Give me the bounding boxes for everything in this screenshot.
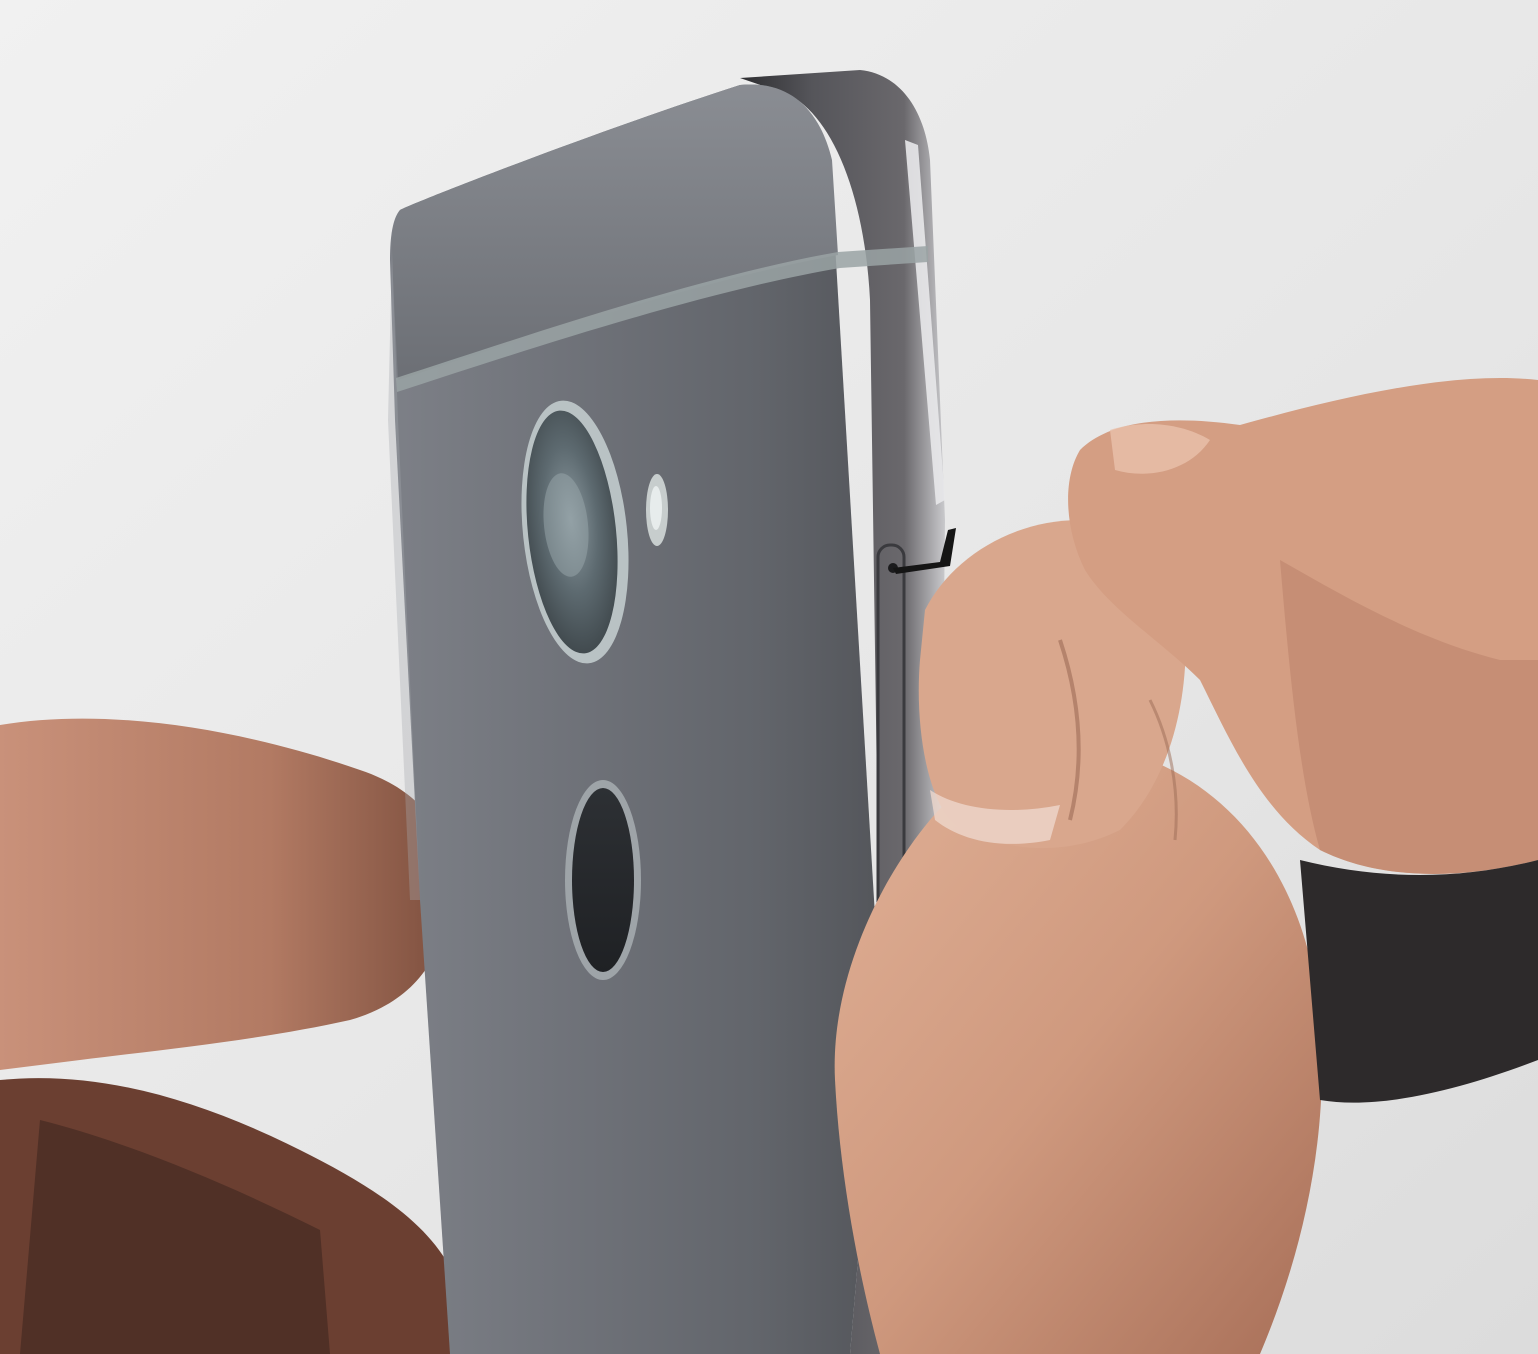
photo-scene <box>0 0 1538 1354</box>
fingerprint-sensor-icon <box>565 780 641 980</box>
photo-illustration <box>0 0 1538 1354</box>
flash-icon <box>646 474 668 546</box>
